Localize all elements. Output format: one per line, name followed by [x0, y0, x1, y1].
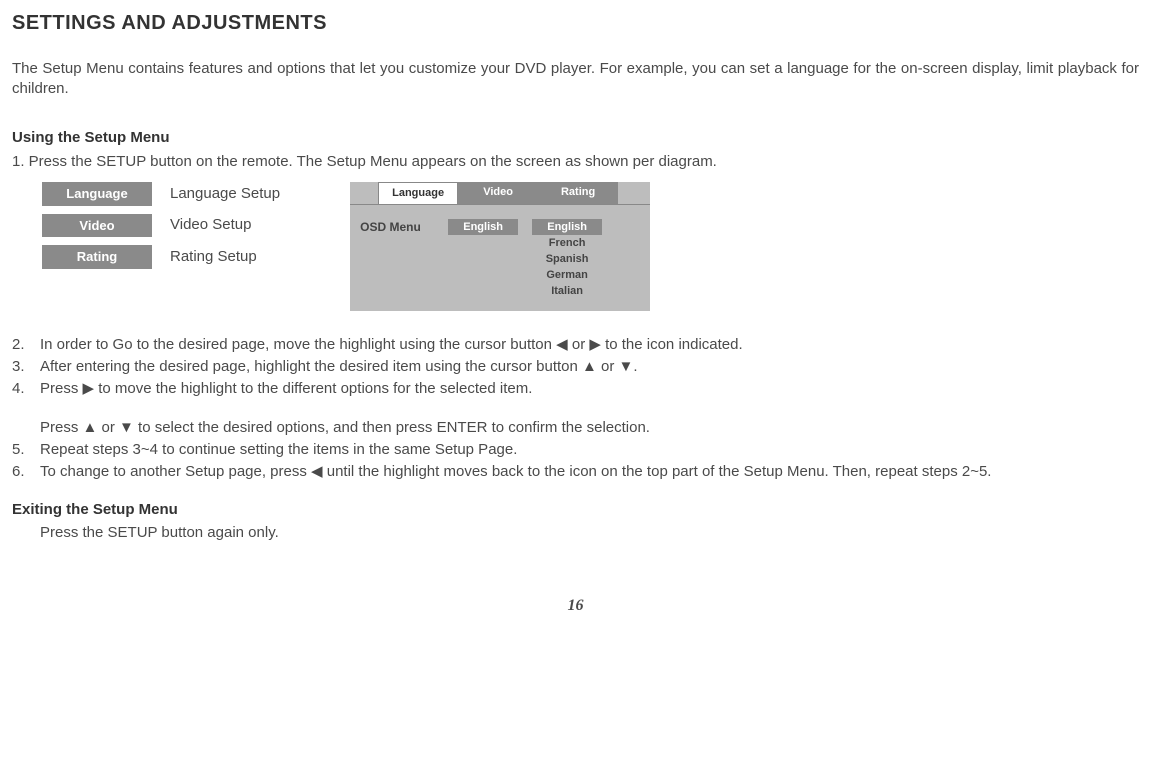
step-6: 6. To change to another Setup page, pres…: [12, 462, 1139, 482]
step-number: 5.: [12, 440, 40, 460]
step-number: 4.: [12, 379, 40, 399]
using-setup-heading: Using the Setup Menu: [12, 128, 1139, 148]
page-title: SETTINGS AND ADJUSTMENTS: [12, 10, 1139, 37]
osd-option-french: French: [532, 235, 602, 251]
osd-tab-video: Video: [458, 182, 538, 204]
osd-diagram: Language Video Rating OSD Menu English E…: [350, 182, 650, 311]
step-1: 1. Press the SETUP button on the remote.…: [12, 152, 1139, 172]
legend-tab-video: Video: [42, 214, 152, 238]
step-number: 2.: [12, 335, 40, 355]
step-4: 4. Press ▶ to move the highlight to the …: [12, 379, 1139, 399]
steps-list: 2. In order to Go to the desired page, m…: [12, 335, 1139, 400]
step-text: After entering the desired page, highlig…: [40, 357, 1139, 377]
page-number: 16: [12, 595, 1139, 617]
step-3: 3. After entering the desired page, high…: [12, 357, 1139, 377]
legend-tab-rating: Rating: [42, 245, 152, 269]
legend-desc-rating: Rating Setup: [170, 247, 280, 267]
step-text: Press ▶ to move the highlight to the dif…: [40, 379, 1139, 399]
osd-option-italian: Italian: [532, 283, 602, 299]
step-2: 2. In order to Go to the desired page, m…: [12, 335, 1139, 355]
legend-tab-language: Language: [42, 182, 152, 206]
osd-tab-language: Language: [378, 182, 458, 204]
osd-option-german: German: [532, 267, 602, 283]
osd-selected-value: English: [448, 219, 518, 235]
step-number: 3.: [12, 357, 40, 377]
step-number: 6.: [12, 462, 40, 482]
osd-option-spanish: Spanish: [532, 251, 602, 267]
osd-tab-row: Language Video Rating: [350, 182, 650, 205]
legend-desc-language: Language Setup: [170, 184, 280, 204]
osd-tab-rating: Rating: [538, 182, 618, 204]
step-text: Repeat steps 3~4 to continue setting the…: [40, 440, 1139, 460]
osd-option-list: English French Spanish German Italian: [532, 219, 602, 299]
exiting-body: Press the SETUP button again only.: [40, 523, 1139, 543]
osd-option-english: English: [532, 219, 602, 235]
exiting-heading: Exiting the Setup Menu: [12, 500, 1139, 520]
steps-list-cont: 5. Repeat steps 3~4 to continue setting …: [12, 440, 1139, 483]
intro-paragraph: The Setup Menu contains features and opt…: [12, 59, 1139, 100]
step-text: In order to Go to the desired page, move…: [40, 335, 1139, 355]
legend-desc-video: Video Setup: [170, 215, 280, 235]
step-text: To change to another Setup page, press ◀…: [40, 462, 1139, 482]
osd-row-label: OSD Menu: [360, 219, 434, 299]
tab-legend: Language Language Setup Video Video Setu…: [42, 182, 280, 269]
step-4b: Press ▲ or ▼ to select the desired optio…: [40, 418, 1139, 438]
step-5: 5. Repeat steps 3~4 to continue setting …: [12, 440, 1139, 460]
